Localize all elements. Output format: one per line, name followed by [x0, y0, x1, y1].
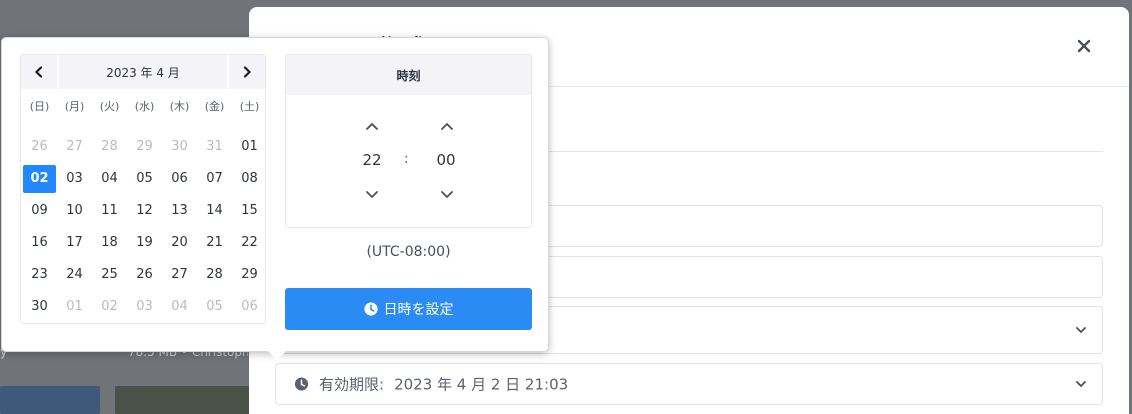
calendar-day-grid: 26 27 28 29 30 31 01 02 03 04 05 06 07 08 09 10 11 12 13 14… [22, 131, 267, 323]
hour-increment-button[interactable] [357, 115, 387, 137]
calendar-day[interactable]: 21 [198, 229, 231, 257]
calendar-day[interactable]: 30 [23, 293, 56, 321]
calendar-day[interactable]: 03 [58, 165, 91, 193]
next-month-button[interactable] [227, 55, 265, 89]
weekday-label: (日) [29, 100, 50, 113]
chevron-up-icon [441, 122, 453, 130]
calendar-day[interactable]: 27 [163, 261, 196, 289]
expiry-label: 有効期限: [319, 375, 385, 394]
calendar-day[interactable]: 26 [128, 261, 161, 289]
calendar-day[interactable]: 28 [93, 133, 126, 161]
calendar-day[interactable]: 29 [233, 261, 266, 289]
expiry-value: 2023 年 4 月 2 日 21:03 [394, 375, 569, 394]
calendar-day[interactable]: 13 [163, 197, 196, 225]
calendar-day[interactable]: 12 [128, 197, 161, 225]
weekday-label: (木) [169, 100, 190, 113]
popover-arrow [267, 350, 287, 360]
calendar-day[interactable]: 27 [58, 133, 91, 161]
datetime-picker-popover: 2023 年 4 月 (日) (月) (火) (水) (木) (金) (土) 26 27 28 2… [1, 37, 549, 352]
minute-increment-button[interactable] [432, 115, 462, 137]
calendar-day[interactable]: 11 [93, 197, 126, 225]
calendar-day[interactable]: 10 [58, 197, 91, 225]
clock-icon [294, 377, 309, 391]
calendar-day[interactable]: 02 [93, 293, 126, 321]
calendar-day[interactable]: 08 [233, 165, 266, 193]
minute-decrement-button[interactable] [432, 184, 462, 206]
calendar-day[interactable]: 03 [128, 293, 161, 321]
calendar-day[interactable]: 06 [233, 293, 266, 321]
calendar-day[interactable]: 01 [233, 133, 266, 161]
minute-value[interactable]: 00 [426, 151, 466, 169]
chevron-left-icon [34, 66, 43, 78]
time-separator: : [404, 151, 409, 167]
hour-value[interactable]: 22 [352, 151, 392, 169]
timezone-label: (UTC-08:00) [366, 244, 451, 260]
time-header: 時刻 [286, 55, 531, 95]
calendar-day[interactable]: 18 [93, 229, 126, 257]
chevron-right-icon [243, 66, 252, 78]
calendar-day[interactable]: 22 [233, 229, 266, 257]
calendar-day[interactable]: 06 [163, 165, 196, 193]
calendar-day[interactable]: 23 [23, 261, 56, 289]
weekday-label: (月) [64, 100, 85, 113]
calendar-day[interactable]: 04 [93, 165, 126, 193]
calendar-day[interactable]: 25 [93, 261, 126, 289]
chevron-down-icon [1076, 381, 1086, 388]
chevron-down-icon [1076, 327, 1086, 334]
close-icon [1077, 39, 1091, 53]
chevron-up-icon [366, 122, 378, 130]
calendar-day[interactable]: 29 [128, 133, 161, 161]
calendar-day[interactable]: 26 [23, 133, 56, 161]
weekday-label: (金) [204, 100, 225, 113]
calendar-day[interactable]: 30 [163, 133, 196, 161]
chevron-down-icon [366, 191, 378, 199]
hour-decrement-button[interactable] [357, 184, 387, 206]
close-button[interactable] [1069, 31, 1099, 61]
background-thumbnail [115, 386, 251, 414]
weekday-header-row: (日) (月) (火) (水) (木) (金) (土) [22, 97, 267, 117]
calendar-day[interactable]: 09 [23, 197, 56, 225]
calendar-day[interactable]: 20 [163, 229, 196, 257]
background-thumbnail [0, 386, 100, 414]
calendar-day[interactable]: 28 [198, 261, 231, 289]
calendar-day[interactable]: 01 [58, 293, 91, 321]
calendar-day[interactable]: 19 [128, 229, 161, 257]
calendar-header: 2023 年 4 月 [21, 55, 265, 89]
calendar-day[interactable]: 17 [58, 229, 91, 257]
calendar-day[interactable]: 31 [198, 133, 231, 161]
expiry-dropdown[interactable]: 有効期限: 2023 年 4 月 2 日 21:03 [275, 363, 1103, 405]
calendar-day-selected[interactable]: 02 [23, 165, 56, 193]
time-picker: 時刻 22 : 00 [285, 54, 532, 228]
weekday-label: (火) [99, 100, 120, 113]
calendar: 2023 年 4 月 (日) (月) (火) (水) (木) (金) (土) 26 27 28 2… [20, 54, 266, 324]
set-datetime-button[interactable]: 日時を設定 [285, 288, 532, 330]
calendar-day[interactable]: 24 [58, 261, 91, 289]
weekday-label: (水) [134, 100, 155, 113]
set-datetime-label: 日時を設定 [383, 302, 454, 318]
calendar-day[interactable]: 15 [233, 197, 266, 225]
calendar-day[interactable]: 07 [198, 165, 231, 193]
chevron-down-icon [441, 191, 453, 199]
previous-month-button[interactable] [21, 55, 59, 89]
weekday-label: (土) [239, 100, 260, 113]
clock-icon [363, 302, 378, 316]
calendar-day[interactable]: 14 [198, 197, 231, 225]
expiry-display: 有効期限: 2023 年 4 月 2 日 21:03 [294, 374, 568, 395]
calendar-day[interactable]: 05 [198, 293, 231, 321]
calendar-day[interactable]: 16 [23, 229, 56, 257]
calendar-day[interactable]: 05 [128, 165, 161, 193]
calendar-day[interactable]: 04 [163, 293, 196, 321]
month-label: 2023 年 4 月 [59, 55, 227, 89]
